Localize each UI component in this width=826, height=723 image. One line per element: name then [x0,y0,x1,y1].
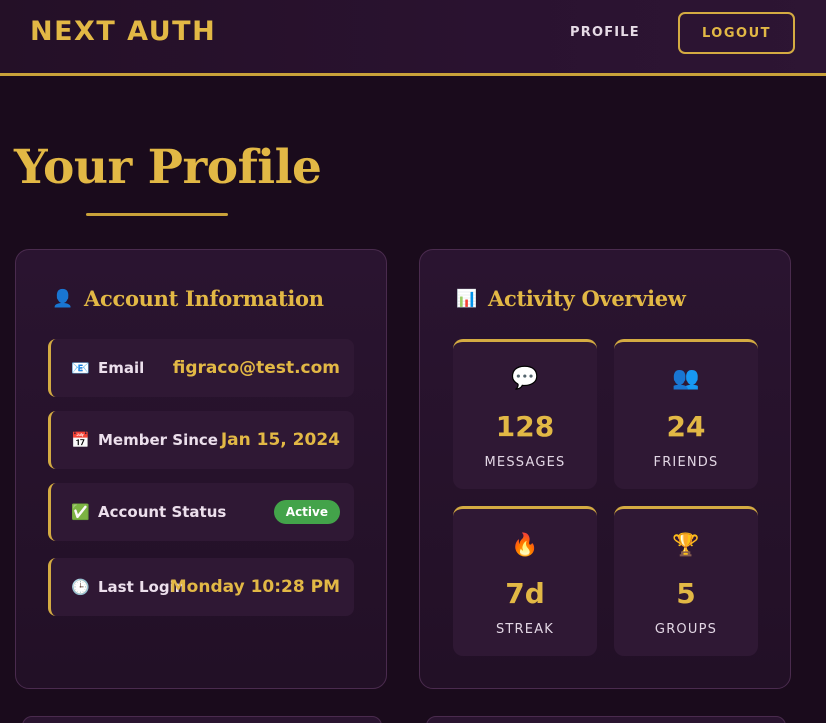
stat-value: 7d [505,577,545,610]
info-label: Email [98,359,145,377]
speech-bubble-icon: 💬 [511,366,539,391]
check-icon: ✅ [71,503,90,521]
account-information-card: 👤 Account Information 📧 Email figraco@te… [15,249,387,689]
stat-tile-streak[interactable]: 🔥 7d STREAK [453,506,597,656]
brand-logo[interactable]: NEXT AUTH [30,16,216,47]
info-row-last-login: 🕒 Last Login Monday 10:28 PM [48,558,354,616]
account-information-title: Account Information [84,286,324,311]
email-icon: 📧 [71,359,90,377]
stat-value: 24 [666,410,706,443]
calendar-icon: 📅 [71,431,90,449]
stat-tile-messages[interactable]: 💬 128 MESSAGES [453,339,597,489]
stat-label: MESSAGES [484,455,566,470]
member-since-value: Jan 15, 2024 [220,430,340,450]
bar-chart-icon: 📊 [456,288,477,309]
info-label: Account Status [98,503,227,521]
info-row-account-status: ✅ Account Status Active [48,483,354,541]
status-badge: Active [273,500,340,524]
nav-profile-link[interactable]: PROFILE [570,25,640,40]
info-label: Member Since [98,431,218,449]
activity-overview-card: 📊 Activity Overview 💬 128 MESSAGES 👥 24 … [419,249,791,689]
account-information-heading: 👤 Account Information [52,286,324,311]
logout-button[interactable]: LOGOUT [678,12,795,54]
last-login-value: Monday 10:28 PM [169,577,340,597]
email-value: figraco@test.com [172,358,340,378]
stat-tile-groups[interactable]: 🏆 5 GROUPS [614,506,758,656]
info-row-email: 📧 Email figraco@test.com [48,339,354,397]
stat-label: FRIENDS [653,455,719,470]
clock-icon: 🕒 [71,578,90,596]
next-card-edge [426,716,786,723]
next-card-edge [22,716,382,723]
stat-value: 128 [495,410,555,443]
stat-value: 5 [676,577,696,610]
stat-label: GROUPS [654,622,718,637]
users-icon: 👥 [672,366,700,391]
navbar: NEXT AUTH PROFILE LOGOUT [0,0,826,76]
stat-label: STREAK [495,622,555,637]
activity-overview-heading: 📊 Activity Overview [456,286,686,311]
trophy-icon: 🏆 [672,533,700,558]
activity-overview-title: Activity Overview [488,286,686,311]
user-icon: 👤 [52,288,73,309]
title-underline [86,213,228,216]
fire-icon: 🔥 [511,533,539,558]
stat-tile-friends[interactable]: 👥 24 FRIENDS [614,339,758,489]
page-title: Your Profile [14,140,322,195]
info-row-member-since: 📅 Member Since Jan 15, 2024 [48,411,354,469]
